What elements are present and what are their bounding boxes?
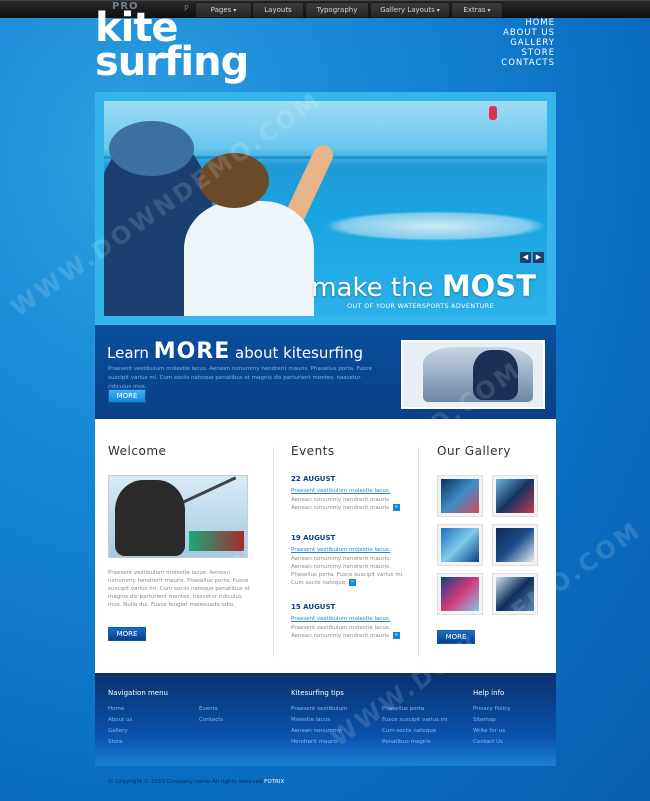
footer-link[interactable]: Penatibus magnis bbox=[382, 739, 431, 745]
footer-link[interactable]: Contacts bbox=[199, 717, 223, 723]
events-title: Events bbox=[291, 444, 335, 458]
footer-link[interactable]: Gallery bbox=[108, 728, 128, 734]
footer-link[interactable]: Fusce suscipit varius mi bbox=[382, 717, 447, 723]
content-area: Welcome Praesent vestibulum molestie lac… bbox=[95, 419, 556, 673]
event-date: 15 AUGUST bbox=[291, 603, 336, 611]
event-link[interactable]: Praesent vestibulum molestie lacus. bbox=[291, 488, 391, 494]
footer-nav-title: Navigation menu bbox=[108, 689, 168, 697]
nav-about-us[interactable]: ABOUT US bbox=[501, 28, 555, 38]
footer: Navigation menu Home About us Gallery St… bbox=[95, 673, 556, 766]
gallery-title: Our Gallery bbox=[437, 444, 512, 458]
kitesurfer bbox=[115, 480, 185, 556]
divider bbox=[418, 447, 419, 657]
hat bbox=[109, 121, 194, 176]
footer-link[interactable]: Phasellus porta bbox=[382, 706, 424, 712]
gallery-thumb[interactable] bbox=[437, 475, 483, 517]
chevron-down-icon: ▾ bbox=[487, 7, 491, 14]
event-link[interactable]: Praesent vestibulum molestie lacus. bbox=[291, 547, 391, 553]
gallery-thumb[interactable] bbox=[492, 524, 538, 566]
arrow-right-icon[interactable]: » bbox=[392, 504, 400, 511]
gallery-more-button[interactable]: MORE bbox=[437, 630, 475, 644]
copyright-brand: FOTRIX bbox=[264, 779, 285, 785]
arrow-right-icon[interactable]: » bbox=[348, 579, 356, 586]
copyright: © Copyright © 2013 Company name All righ… bbox=[108, 779, 285, 785]
event-text: Praesent vestibulum molestie lacus. Aene… bbox=[291, 625, 400, 639]
footer-link[interactable]: Hendrerit mauris bbox=[291, 739, 338, 745]
learn-more-banner: Learn MORE about kitesurfing Praesent ve… bbox=[95, 325, 556, 419]
footer-help-title: Help info bbox=[473, 689, 505, 697]
hero-slider: ◀ ▶ make the MOST OUT OF YOUR WATERSPORT… bbox=[95, 92, 556, 325]
gallery-thumb[interactable] bbox=[492, 475, 538, 517]
nav-gallery[interactable]: GALLERY bbox=[501, 38, 555, 48]
divider bbox=[273, 447, 274, 657]
footer-link[interactable]: Aenean nonummy bbox=[291, 728, 341, 734]
footer-link[interactable]: Cum sociis natoque bbox=[382, 728, 436, 734]
footer-link[interactable]: Praesent vestibulum bbox=[291, 706, 347, 712]
logo-line-2: surfing bbox=[95, 39, 249, 85]
slide-subtitle: OUT OF YOUR WATERSPORTS ADVENTURE bbox=[347, 302, 494, 310]
gallery-thumb[interactable] bbox=[492, 573, 538, 615]
footer-link[interactable]: Contact Us bbox=[473, 739, 503, 745]
board bbox=[189, 531, 244, 551]
nav-store[interactable]: STORE bbox=[501, 48, 555, 58]
event-link[interactable]: Praesent vestibulum molestie lacus. bbox=[291, 616, 391, 622]
site-logo[interactable]: kite surfing bbox=[95, 8, 249, 85]
event-date: 19 AUGUST bbox=[291, 534, 336, 542]
toolbar-layouts[interactable]: Layouts bbox=[252, 2, 304, 18]
toolbar-extras[interactable]: Extras ▾ bbox=[451, 2, 503, 18]
footer-link[interactable]: Sitemap bbox=[473, 717, 496, 723]
gallery-thumb[interactable] bbox=[437, 524, 483, 566]
gallery-thumb[interactable] bbox=[437, 573, 483, 615]
surfer-silhouette bbox=[473, 350, 518, 400]
promo-image bbox=[401, 340, 545, 409]
person-student bbox=[184, 201, 314, 316]
slider-next-button[interactable]: ▶ bbox=[533, 252, 544, 263]
promo-heading: Learn MORE about kitesurfing bbox=[107, 339, 364, 364]
hair bbox=[199, 153, 269, 208]
main-nav: HOME ABOUT US GALLERY STORE CONTACTS bbox=[501, 18, 555, 68]
footer-link[interactable]: Home bbox=[108, 706, 124, 712]
promo-text: Praesent vestibulum molestie lacus. Aene… bbox=[108, 366, 373, 390]
footer-link[interactable]: Store bbox=[108, 739, 123, 745]
footer-link[interactable]: About us bbox=[108, 717, 132, 723]
event-text: Aenean nonummy hendrerit mauris. Aenean … bbox=[291, 497, 400, 511]
nav-home[interactable]: HOME bbox=[501, 18, 555, 28]
chevron-down-icon: ▾ bbox=[436, 7, 440, 14]
promo-more-button[interactable]: MORE bbox=[108, 389, 146, 403]
event-text: Aenean nonummy hendrerit mauris. Aenean … bbox=[291, 556, 404, 586]
rocks bbox=[324, 211, 547, 241]
toolbar-typography[interactable]: Typography bbox=[305, 2, 369, 18]
footer-link[interactable]: Write for us bbox=[473, 728, 505, 734]
toolbar-gallery-layouts[interactable]: Gallery Layouts ▾ bbox=[370, 2, 450, 18]
footer-tips-title: Kitesurfing tips bbox=[291, 689, 344, 697]
kite-icon bbox=[489, 106, 497, 120]
footer-link[interactable]: Events bbox=[199, 706, 218, 712]
slider-prev-button[interactable]: ◀ bbox=[520, 252, 531, 263]
footer-link[interactable]: Privacy Policy bbox=[473, 706, 510, 712]
welcome-title: Welcome bbox=[108, 444, 167, 458]
welcome-more-button[interactable]: MORE bbox=[108, 627, 146, 641]
welcome-text: Praesent vestibulum molestie lacus. Aene… bbox=[108, 570, 250, 608]
welcome-image bbox=[108, 475, 248, 558]
event-date: 22 AUGUST bbox=[291, 475, 336, 483]
slide-title: make the MOST bbox=[311, 269, 536, 303]
arrow-right-icon[interactable]: » bbox=[392, 632, 400, 639]
nav-contacts[interactable]: CONTACTS bbox=[501, 58, 555, 68]
footer-link[interactable]: Molestie lacus bbox=[291, 717, 330, 723]
